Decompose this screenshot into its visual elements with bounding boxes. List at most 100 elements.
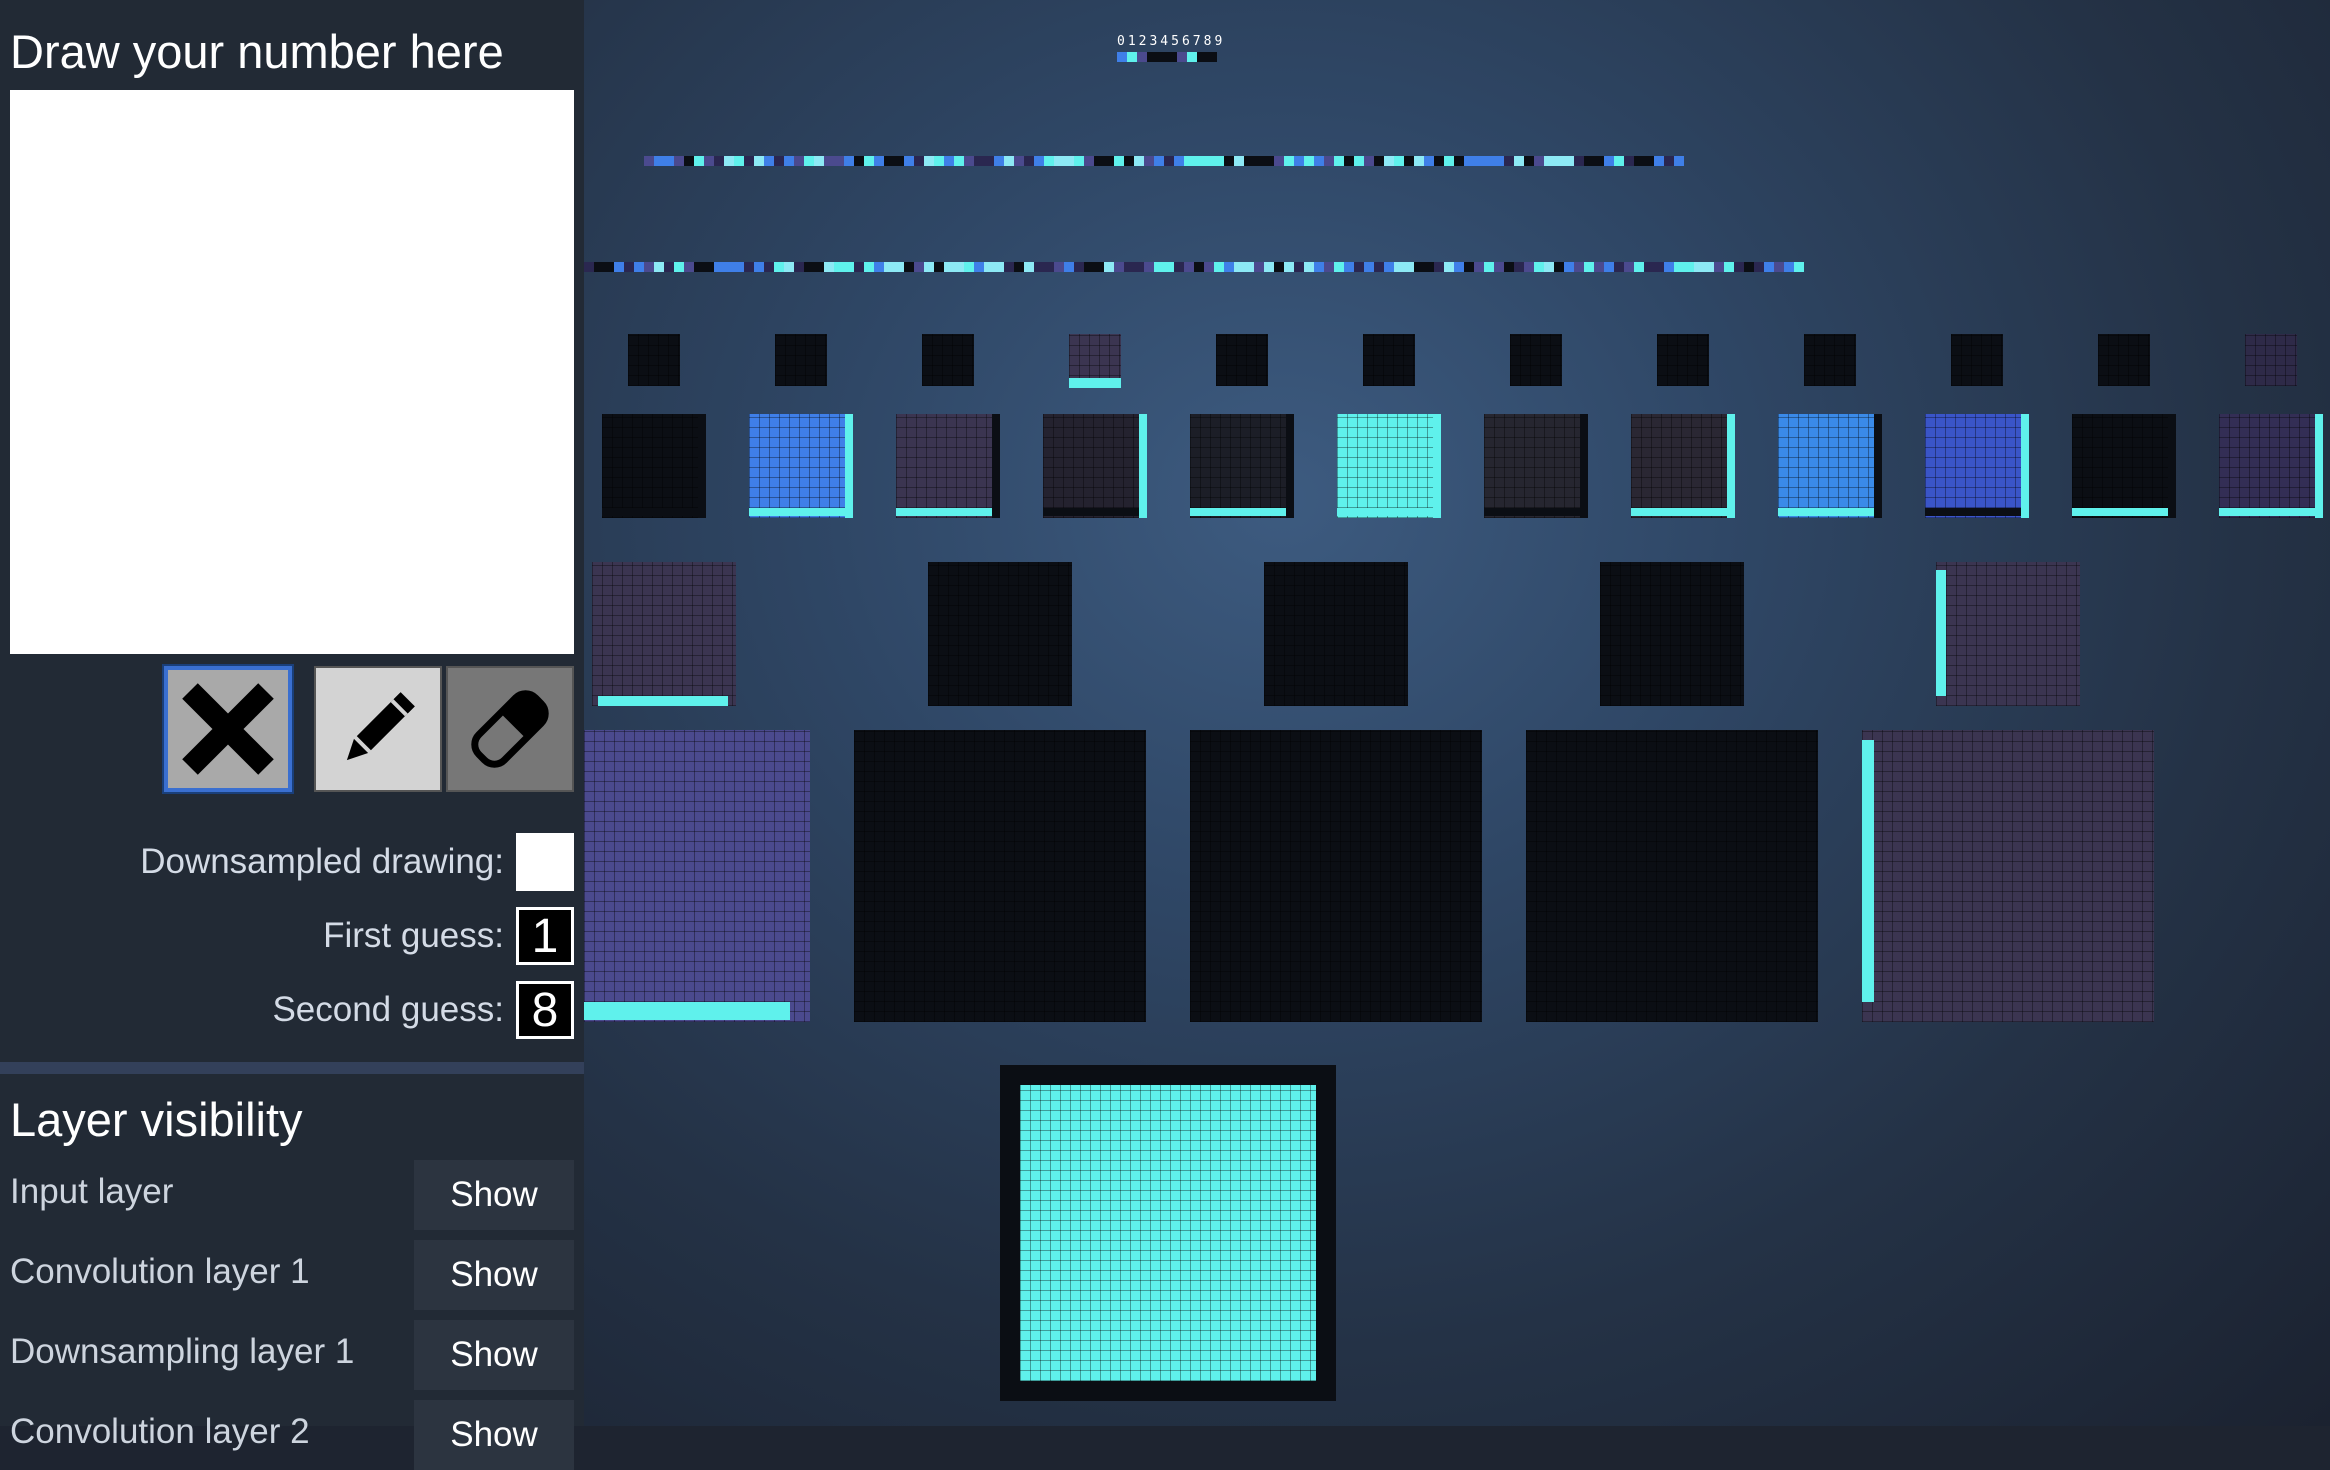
dense-neuron [1614,156,1624,166]
dense-neuron [664,262,674,272]
dense-neuron [724,262,734,272]
dense-neuron [774,262,784,272]
dense-neuron [914,262,924,272]
dense-neuron [584,262,594,272]
dense-neuron [1724,262,1734,272]
dense-neuron [1594,262,1604,272]
dense-neuron [1124,156,1134,166]
map-edge [749,508,853,516]
dense-neuron [604,262,614,272]
downsampling-map [1951,334,2003,386]
convolution-map [1862,730,2154,1022]
dense-neuron [1674,156,1684,166]
dense-neuron [814,262,824,272]
show-input-layer-button[interactable]: Show [414,1160,574,1230]
map-edge-highlight [1862,740,1874,1002]
dense-neuron [1494,262,1504,272]
dense-neuron [744,262,754,272]
dense-neuron [734,262,744,272]
dense-neuron [824,262,834,272]
dense-neuron [954,156,964,166]
dense-neuron [784,156,794,166]
dense-neuron [1504,262,1514,272]
map-edge [1190,508,1294,516]
dense-neuron [1324,156,1334,166]
dense-neuron [1434,156,1444,166]
dense-neuron [1534,262,1544,272]
dense-neuron [974,262,984,272]
dense-neuron [974,156,984,166]
show-conv2-layer-button[interactable]: Show [414,1400,574,1470]
dense-neuron [614,262,624,272]
layer-visibility-title: Layer visibility [10,1093,303,1146]
dense-neuron [964,262,974,272]
dense-neuron [1734,262,1744,272]
downsampling-map [1936,562,2080,706]
dense-neuron [1644,262,1654,272]
dense-neuron [1244,156,1254,166]
dense-neuron [1254,262,1264,272]
dense-neuron [1424,262,1434,272]
dense-neuron [1614,262,1624,272]
map-edge [1778,508,1882,516]
clear-button[interactable] [164,666,292,792]
eraser-button[interactable] [446,666,574,792]
dense-neuron [1014,262,1024,272]
dense-neuron [1154,262,1164,272]
output-neuron [1187,52,1197,62]
map-edge [1874,414,1882,518]
pencil-button[interactable] [314,666,442,792]
dense-neuron [944,262,954,272]
show-downsample1-layer-button[interactable]: Show [414,1320,574,1390]
dense-neuron [924,156,934,166]
dense-neuron [994,156,1004,166]
dense-neuron [1204,156,1214,166]
dense-neuron [684,262,694,272]
dense-neuron [844,156,854,166]
dense-neuron [1164,262,1174,272]
output-neuron [1147,52,1157,62]
dense-neuron [764,262,774,272]
map-edge-highlight [1069,378,1121,388]
dense-neuron [1524,156,1534,166]
convolution-map [1484,414,1588,518]
dense-neuron [744,156,754,166]
network-visualization[interactable] [584,0,2330,1426]
dense-neuron [1324,262,1334,272]
downsampling-map [1804,334,1856,386]
map-edge [1286,414,1294,518]
map-edge [1139,414,1147,518]
dense-neuron [1704,262,1714,272]
dense-neuron [1044,156,1054,166]
show-conv1-layer-button[interactable]: Show [414,1240,574,1310]
clear-icon [182,683,274,775]
dense-neuron [1394,156,1404,166]
dense-neuron [704,156,714,166]
dense-neuron [1384,156,1394,166]
dense-neuron [934,156,944,166]
dense-neuron [1574,262,1584,272]
dense-neuron [1304,156,1314,166]
map-edge [1925,508,2029,516]
map-edge [698,414,706,518]
dense-neuron [1134,262,1144,272]
convolution-map [2072,414,2176,518]
dense-neuron [1244,262,1254,272]
downsampling-map [1363,334,1415,386]
drawing-canvas[interactable] [10,90,574,654]
dense-neuron [1794,262,1804,272]
dense-neuron [814,156,824,166]
dense-neuron [944,156,954,166]
dense-neuron [714,156,724,166]
dense-neuron [1174,262,1184,272]
dense-neuron [1284,262,1294,272]
dense-neuron [1564,156,1574,166]
map-edge-highlight [598,696,728,706]
layer-row-conv2: Convolution layer 2 Show [0,1400,584,1470]
convolution-map [1043,414,1147,518]
dense-neuron [1314,156,1324,166]
map-edge [2072,508,2176,516]
dense-neuron [984,156,994,166]
dense-neuron [1584,156,1594,166]
dense-neuron [1264,156,1274,166]
